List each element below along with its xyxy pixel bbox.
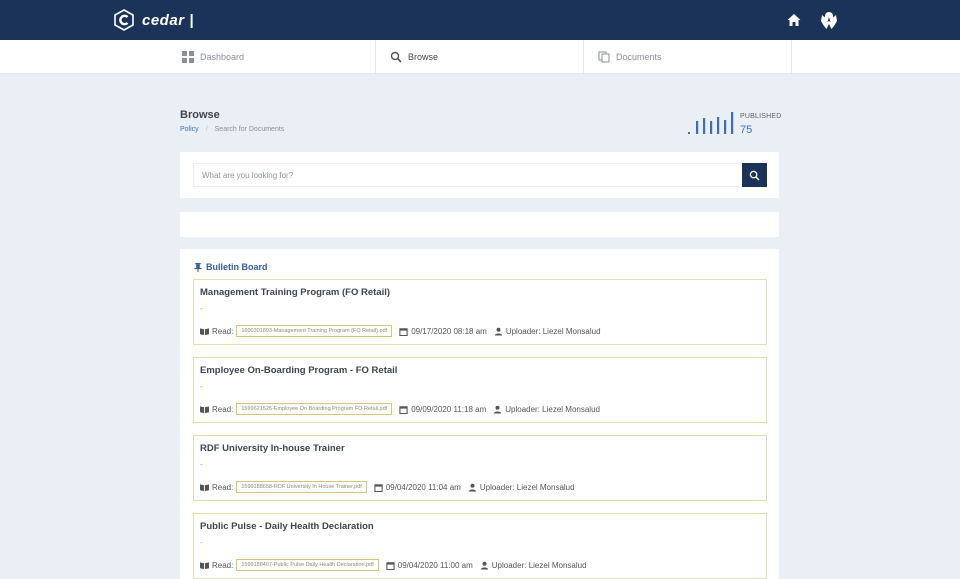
search-card bbox=[180, 152, 779, 198]
published-label: PUBLISHED bbox=[740, 113, 782, 120]
calendar-icon bbox=[374, 483, 383, 492]
top-bar: cedar | bbox=[0, 0, 960, 40]
uploader-name: Liezel Monsalud bbox=[542, 326, 601, 336]
read-label: Read: bbox=[212, 326, 234, 336]
post-description: - bbox=[200, 538, 203, 547]
user-icon bbox=[494, 327, 502, 336]
app-logo[interactable]: cedar | bbox=[113, 9, 194, 31]
file-link[interactable]: 1599188658-RDF University In House Train… bbox=[236, 481, 367, 493]
bulletin-post: RDF University In-house Trainer - Read: … bbox=[193, 435, 767, 501]
dashboard-icon bbox=[182, 50, 194, 63]
book-icon bbox=[200, 327, 209, 335]
published-sparkline-icon bbox=[688, 112, 734, 134]
breadcrumb-policy-link[interactable]: Policy bbox=[180, 126, 199, 133]
post-meta: Read: 1599188407-Public Pulse Daily Heal… bbox=[200, 558, 587, 572]
post-title[interactable]: Management Training Program (FO Retail) bbox=[200, 287, 390, 298]
book-icon bbox=[200, 483, 209, 491]
bulletin-post: Public Pulse - Daily Health Declaration … bbox=[193, 513, 767, 579]
published-count: 75 bbox=[740, 124, 753, 136]
user-icon bbox=[468, 483, 476, 492]
user-icon bbox=[494, 405, 502, 414]
bulletin-post: Management Training Program (FO Retail) … bbox=[193, 279, 767, 345]
uploader-name: Liezel Monsalud bbox=[528, 560, 587, 570]
bulletin-board: Bulletin Board Management Training Progr… bbox=[180, 249, 779, 579]
post-date-text: 09/09/2020 11:18 am bbox=[411, 404, 487, 414]
file-link[interactable]: 1599188407-Public Pulse Daily Health Dec… bbox=[236, 559, 379, 571]
tab-divider bbox=[583, 40, 584, 73]
published-stat: PUBLISHED 75 bbox=[686, 110, 786, 138]
calendar-icon bbox=[399, 405, 408, 414]
bulletin-board-title[interactable]: Bulletin Board bbox=[194, 262, 268, 272]
read-label: Read: bbox=[212, 404, 234, 414]
book-icon bbox=[200, 405, 209, 413]
page-title: Browse bbox=[180, 109, 220, 121]
tab-divider bbox=[375, 40, 376, 73]
user-icon bbox=[480, 561, 488, 570]
file-link[interactable]: 1600301893-Management Training Program (… bbox=[236, 325, 393, 337]
search-icon bbox=[390, 51, 402, 63]
breadcrumb-separator: / bbox=[205, 126, 208, 133]
book-icon bbox=[200, 561, 209, 569]
post-title[interactable]: Employee On-Boarding Program - FO Retail bbox=[200, 365, 397, 376]
uploader-prefix: Uploader: bbox=[491, 560, 527, 570]
nav-bar: Dashboard Browse Documents bbox=[0, 40, 960, 74]
uploader-prefix: Uploader: bbox=[505, 404, 540, 414]
breadcrumb-current: Search for Documents bbox=[214, 126, 285, 133]
filter-bar bbox=[180, 212, 779, 237]
post-date: 09/04/2020 11:04 am bbox=[374, 483, 461, 492]
post-uploader: Uploader: Liezel Monsalud bbox=[493, 405, 600, 414]
post-date: 09/04/2020 11:00 am bbox=[386, 561, 473, 570]
uploader-prefix: Uploader: bbox=[479, 482, 515, 492]
post-date-text: 09/04/2020 11:00 am bbox=[397, 560, 473, 570]
post-description: - bbox=[200, 304, 203, 313]
bulletin-post: Employee On-Boarding Program - FO Retail… bbox=[193, 357, 767, 423]
post-date: 09/17/2020 08:18 am bbox=[399, 327, 487, 336]
calendar-icon bbox=[399, 327, 408, 336]
uploader-name: Liezel Monsalud bbox=[516, 482, 575, 492]
post-meta: Read: 1599621525-Employee On Boarding Pr… bbox=[200, 402, 600, 416]
app-name: cedar | bbox=[142, 11, 194, 29]
post-uploader: Uploader: Liezel Monsalud bbox=[468, 483, 575, 492]
post-title[interactable]: RDF University In-house Trainer bbox=[200, 443, 345, 454]
documents-icon bbox=[598, 51, 610, 62]
tab-divider bbox=[791, 40, 792, 73]
read-label: Read: bbox=[212, 482, 234, 492]
tab-documents[interactable]: Documents bbox=[591, 40, 791, 73]
bulletin-board-label: Bulletin Board bbox=[206, 262, 268, 272]
breadcrumb: Policy / Search for Documents bbox=[180, 126, 284, 133]
post-uploader: Uploader: Liezel Monsalud bbox=[494, 327, 601, 336]
tab-dashboard[interactable]: Dashboard bbox=[175, 40, 375, 73]
search-input[interactable] bbox=[193, 163, 741, 187]
home-icon[interactable] bbox=[786, 12, 802, 28]
uploader-name: Liezel Monsalud bbox=[542, 404, 600, 414]
post-description: - bbox=[200, 460, 203, 469]
post-description: - bbox=[200, 382, 203, 391]
post-date-text: 09/17/2020 08:18 am bbox=[411, 326, 487, 336]
search-button[interactable] bbox=[742, 163, 767, 187]
cedar-logo-icon bbox=[114, 9, 134, 31]
file-link[interactable]: 1599621525-Employee On Boarding Program … bbox=[236, 403, 393, 415]
user-avatar-icon[interactable] bbox=[818, 9, 840, 31]
post-meta: Read: 1599188658-RDF University In House… bbox=[200, 480, 575, 494]
tab-label: Dashboard bbox=[200, 51, 245, 62]
uploader-prefix: Uploader: bbox=[505, 326, 541, 336]
read-label: Read: bbox=[212, 560, 234, 570]
post-uploader: Uploader: Liezel Monsalud bbox=[480, 561, 587, 570]
tab-label: Browse bbox=[408, 51, 439, 62]
post-meta: Read: 1600301893-Management Training Pro… bbox=[200, 324, 601, 338]
tab-browse[interactable]: Browse bbox=[383, 40, 583, 73]
search-icon bbox=[749, 170, 760, 181]
post-date-text: 09/04/2020 11:04 am bbox=[385, 482, 461, 492]
post-title[interactable]: Public Pulse - Daily Health Declaration bbox=[200, 521, 374, 532]
calendar-icon bbox=[386, 561, 395, 570]
post-date: 09/09/2020 11:18 am bbox=[399, 405, 486, 414]
pin-icon bbox=[194, 262, 202, 272]
tab-label: Documents bbox=[616, 51, 662, 62]
